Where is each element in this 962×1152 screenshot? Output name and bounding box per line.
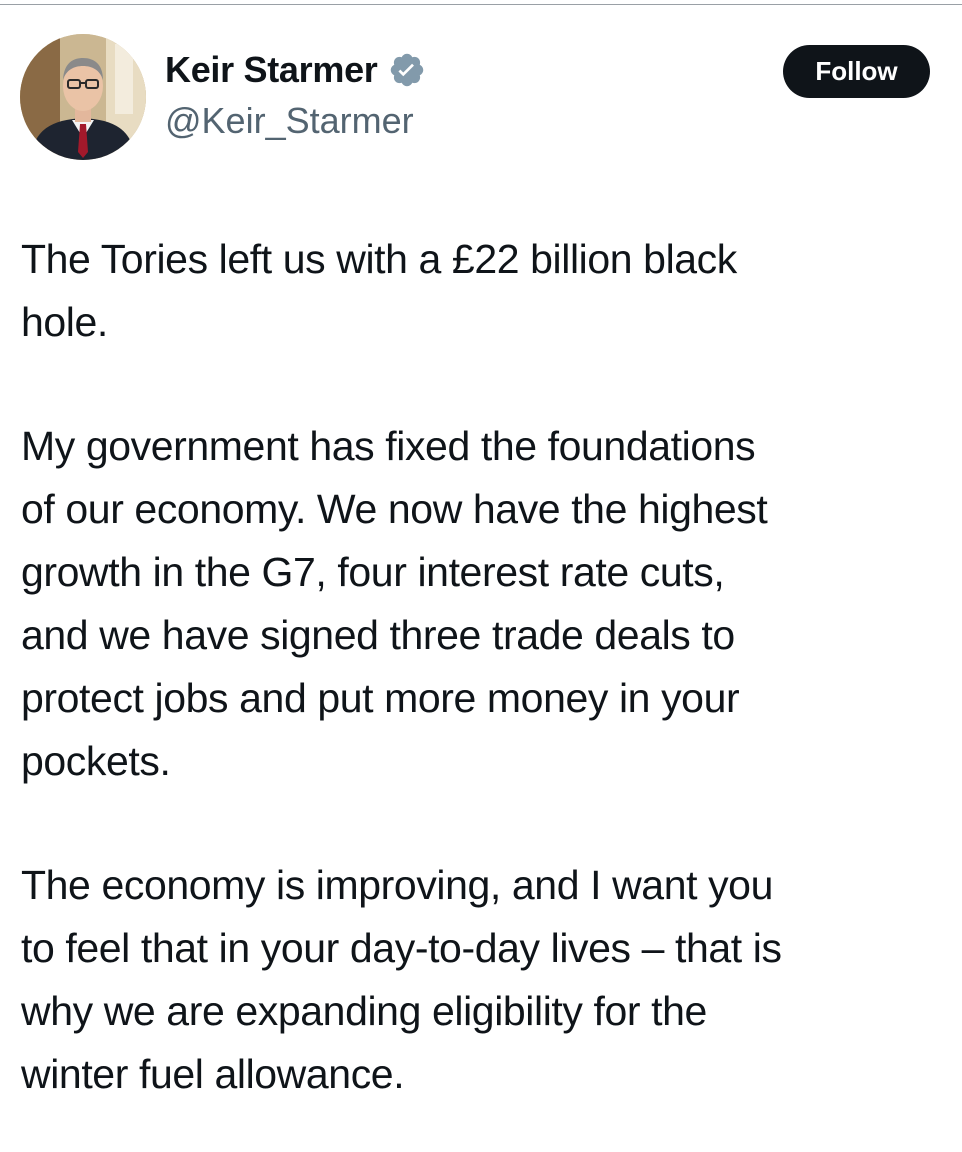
author-block: Keir Starmer @Keir_Starmer (165, 46, 426, 142)
verified-badge-icon[interactable] (388, 51, 426, 89)
author-handle[interactable]: @Keir_Starmer (165, 100, 426, 142)
tweet-paragraph: My government has fixed the foundations … (21, 423, 768, 784)
tweet-paragraph: The Tories left us with a £22 billion bl… (21, 236, 737, 345)
follow-button[interactable]: Follow (783, 45, 930, 98)
author-display-name[interactable]: Keir Starmer (165, 49, 378, 91)
avatar[interactable] (20, 34, 146, 160)
top-divider (0, 4, 962, 5)
profile-photo-icon (20, 34, 146, 160)
name-row: Keir Starmer (165, 46, 426, 94)
tweet-text: The Tories left us with a £22 billion bl… (21, 228, 951, 1106)
tweet-paragraph: The economy is improving, and I want you… (21, 862, 782, 1097)
